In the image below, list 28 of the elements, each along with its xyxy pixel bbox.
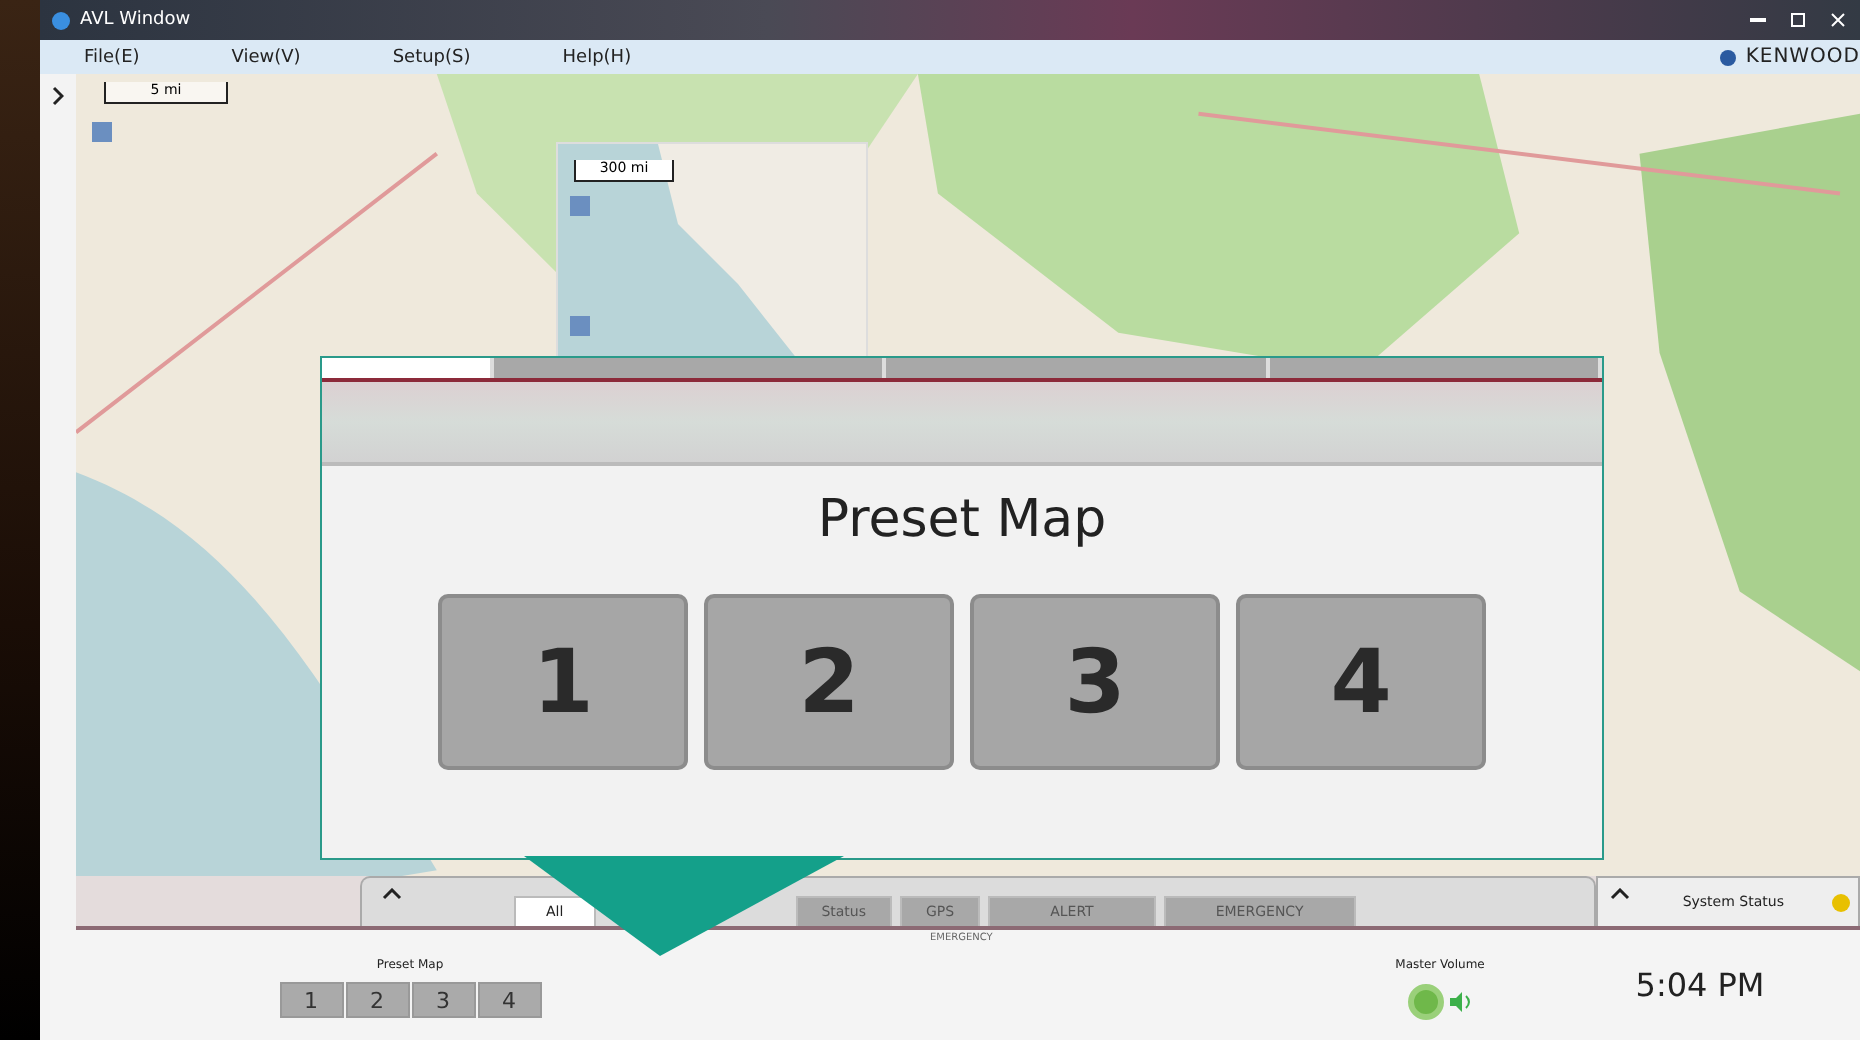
app-icon (52, 11, 70, 29)
preset-button[interactable]: 3 (970, 594, 1220, 770)
menu-item[interactable]: File(E) (84, 47, 140, 67)
preset-button[interactable]: 1 (438, 594, 688, 770)
chevron-right-icon (52, 86, 64, 106)
caret-up-icon (1610, 887, 1631, 899)
menu-item[interactable]: View(V) (231, 47, 301, 67)
preset-button[interactable]: 4 (1236, 594, 1486, 770)
preset-button[interactable]: 3 (411, 982, 475, 1018)
menu-item[interactable]: Help(H) (562, 47, 632, 67)
warning-icon (1832, 893, 1850, 911)
close-icon (1830, 12, 1846, 28)
maximize-icon (1790, 12, 1806, 28)
clock-time: 5:04 PM (1635, 966, 1765, 1004)
preset-button[interactable]: 4 (477, 982, 541, 1018)
caret-up-icon (382, 887, 402, 899)
preset-button[interactable]: 2 (345, 982, 409, 1018)
minimize-icon (1750, 18, 1766, 22)
speaker-icon (1449, 992, 1473, 1012)
preset-map-title: Preset Map (817, 490, 1107, 550)
close-button[interactable] (1828, 10, 1848, 30)
maximize-button[interactable] (1788, 10, 1808, 30)
menu-item[interactable]: Setup(S) (392, 47, 471, 67)
window-title: AVL Window (80, 10, 191, 30)
preset-button[interactable]: 1 (279, 982, 343, 1018)
preset-button[interactable]: 2 (704, 594, 954, 770)
help-icon[interactable] (1719, 49, 1736, 65)
brand-logo: KENWOOD (1745, 46, 1860, 68)
